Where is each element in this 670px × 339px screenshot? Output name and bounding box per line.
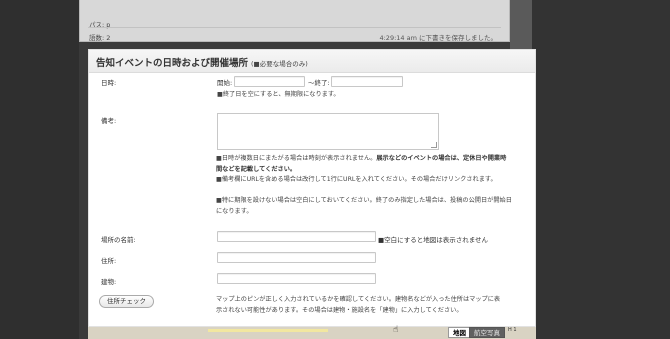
notes-hint-1-text: ■日時が複数日にまたがる場合は時刻が表示されません。 [216, 155, 377, 162]
notes-hint-3: ■特に期限を設けない場合は空白にしておいてください。終了のみ指定した場合は、投稿… [216, 197, 512, 215]
place-name-label: 場所の名前: [101, 236, 136, 244]
address-input[interactable] [217, 252, 376, 263]
address-label: 住所: [101, 257, 117, 265]
event-meta-box-title-note: (■必要な場合のみ) [251, 60, 308, 68]
notes-label: 備考: [101, 117, 117, 125]
notes-hint-1: ■日時が複数日にまたがる場合は時刻が表示されません。展示などのイベントの場合は、… [216, 154, 512, 175]
check-address-hint: マップ上のピンが正しく入力されているかを確認してください。建物名などが入った住所… [216, 296, 501, 314]
building-input[interactable] [217, 273, 376, 284]
datetime-label: 日時: [101, 79, 117, 87]
map-type-satellite-button[interactable]: 航空写真 [469, 327, 505, 338]
end-label: 〜終了: [308, 79, 330, 87]
resize-grip-icon[interactable] [431, 142, 437, 148]
building-label: 建物: [101, 278, 117, 286]
autosave-status: 4:29:14 am に下書きを保存しました。 [379, 34, 497, 42]
map-scale-text: H 1 [508, 327, 517, 333]
place-name-hint: ■空白にすると地図は表示されません [378, 236, 489, 244]
notes-textarea[interactable] [217, 113, 439, 150]
event-meta-box-header[interactable]: 告知イベントの日時および開催場所 (■必要な場合のみ) [89, 50, 535, 73]
admin-sidebar-dimmed [0, 0, 79, 339]
event-meta-box-title: 告知イベントの日時および開催場所 (■必要な場合のみ) [96, 55, 308, 69]
map-type-map-button[interactable]: 地図 [448, 327, 471, 338]
editor-divider [88, 27, 501, 28]
end-date-input[interactable] [331, 76, 403, 87]
post-editor-status-area: パス: p 語数: 2 4:29:14 am に下書きを保存しました。 [79, 0, 510, 42]
datetime-hint: ■終了日を空にすると、無期限になります。 [217, 91, 340, 98]
map-road [208, 329, 328, 332]
event-meta-box-title-text: 告知イベントの日時および開催場所 [96, 58, 249, 69]
hand-cursor-icon: ☝ [393, 325, 399, 335]
start-label: 開始: [217, 79, 233, 87]
check-address-button[interactable]: 住所チェック [99, 295, 154, 308]
notes-hint-2: ■備考欄にURLを含める場合は改行して1行にURLを入れてください。その場合だけ… [216, 176, 497, 183]
place-name-input[interactable] [217, 231, 376, 242]
start-date-input[interactable] [234, 76, 305, 87]
word-count: 語数: 2 [89, 34, 111, 42]
event-meta-box: 告知イベントの日時および開催場所 (■必要な場合のみ) 日時: 開始: 〜終了: … [88, 49, 536, 327]
